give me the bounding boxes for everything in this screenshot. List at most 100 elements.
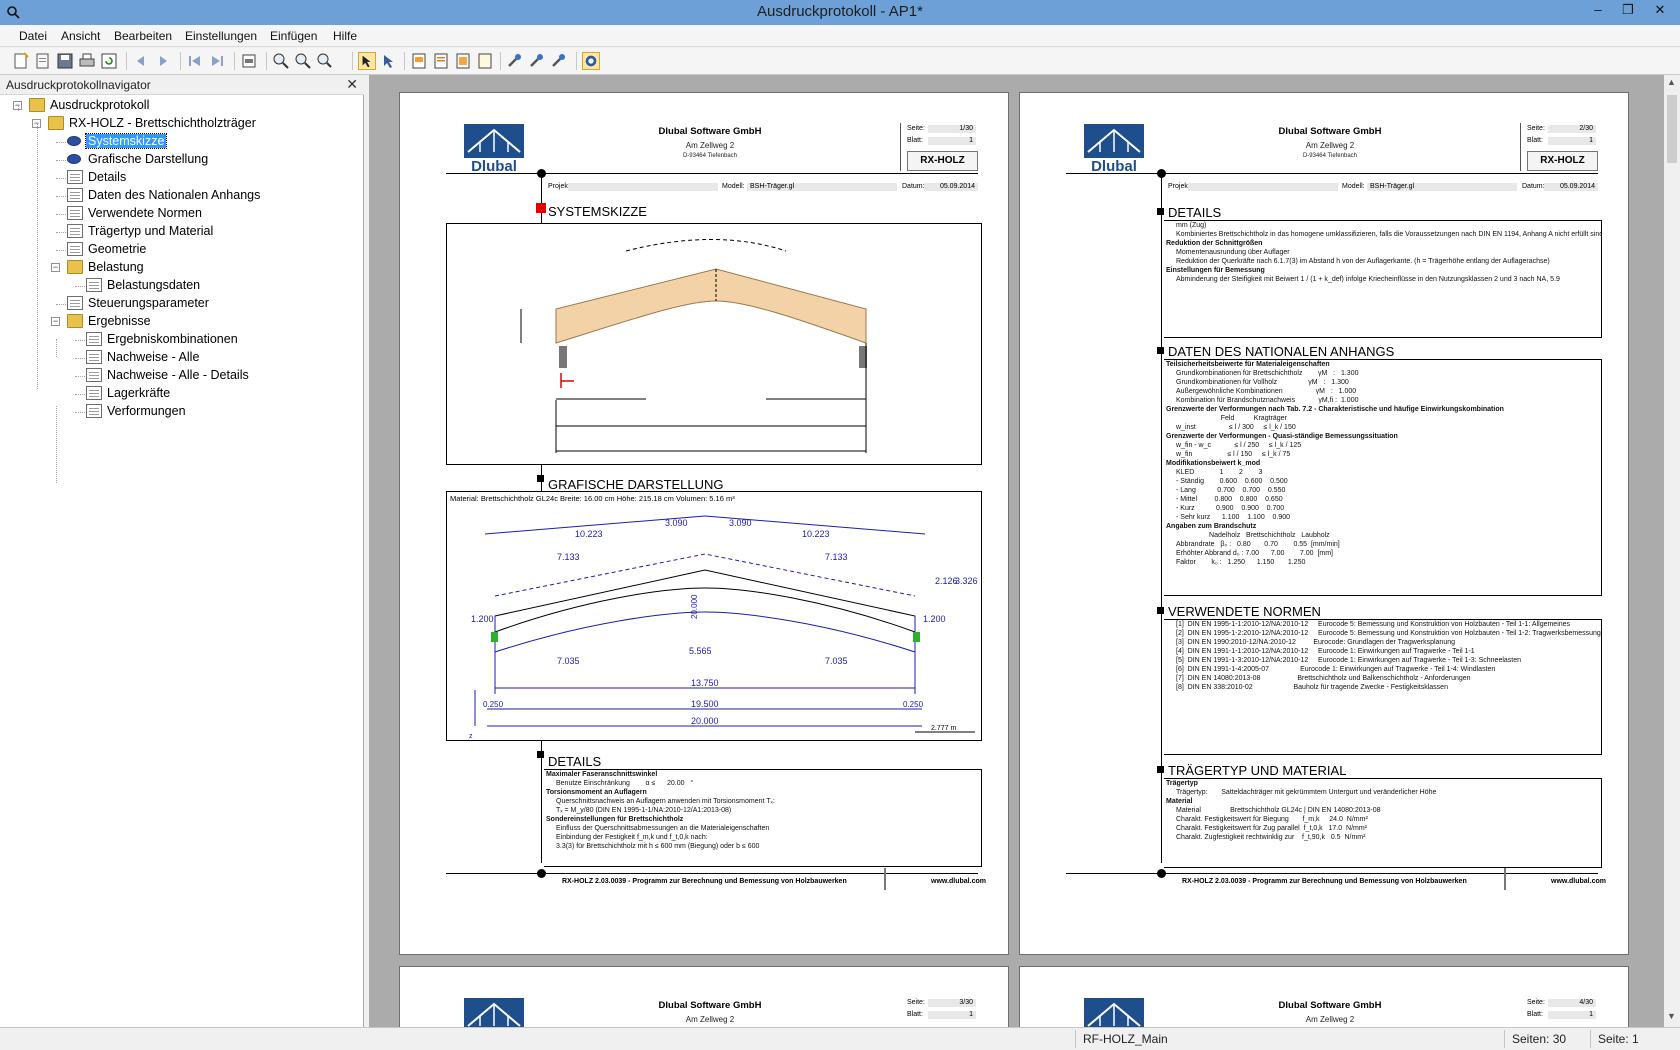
tree-item-label[interactable]: Daten des Nationalen Anhangs [86, 188, 262, 202]
block-heading: Angaben zum Brandschutz [1166, 523, 1257, 530]
tree-item[interactable]: Systemskizze [0, 133, 360, 151]
insert-page-icon[interactable] [476, 52, 494, 70]
print-preview-area[interactable]: Dlubal Dlubal Software GmbH Am Zellweg 2… [369, 75, 1664, 1027]
open-icon[interactable] [34, 52, 52, 70]
tree-item[interactable]: − RX-HOLZ - Brettschichtholzträger [0, 115, 360, 133]
tree-item-label[interactable]: Ergebnisse [86, 314, 153, 328]
minimize-button[interactable]: – [1583, 0, 1613, 20]
tree-item-label[interactable]: Systemskizze [84, 133, 168, 149]
blatt-label: Blatt: [907, 1011, 923, 1018]
maximize-button[interactable]: ❐ [1613, 0, 1643, 20]
na-block: Teilsicherheitsbeiwerte für Materialeige… [1164, 359, 1602, 596]
tree-item[interactable]: Geometrie [0, 241, 360, 259]
blatt-label: Blatt: [907, 137, 923, 144]
folder-icon [67, 260, 83, 274]
navigator-close-icon[interactable]: ✕ [346, 76, 358, 93]
zoom-dropdown-icon[interactable] [316, 52, 334, 70]
tree-item[interactable]: Belastungsdaten [0, 277, 360, 295]
tree-item[interactable]: Verformungen [0, 403, 360, 421]
folder-icon [48, 116, 64, 130]
tree-item-label[interactable]: Belastung [86, 260, 146, 274]
block-line: - Lang 0.700 0.700 0.550 [1176, 487, 1286, 494]
block-line: - Mittel 0.800 0.800 0.650 [1176, 496, 1283, 503]
page-1[interactable]: Dlubal Dlubal Software GmbH Am Zellweg 2… [399, 92, 1009, 955]
tree-item-label[interactable]: Belastungsdaten [105, 278, 202, 292]
print-icon[interactable] [78, 52, 96, 70]
zoom-in-icon[interactable] [272, 52, 290, 70]
vertical-scrollbar[interactable]: ▲ ▼ [1664, 75, 1680, 1027]
new-icon[interactable] [12, 52, 30, 70]
arrow-right-icon[interactable] [154, 52, 172, 70]
settings-icon[interactable] [528, 52, 546, 70]
tree-item-label[interactable]: Steuerungsparameter [86, 296, 211, 310]
tree-collapse-icon[interactable]: − [51, 263, 60, 272]
scroll-up-icon[interactable]: ▲ [1667, 77, 1676, 87]
last-page-icon[interactable] [208, 52, 226, 70]
tree-item-label[interactable]: Ausdruckprotokoll [48, 98, 151, 112]
status-current-page: Seite: 1 [1598, 1032, 1639, 1046]
menu-hilfe[interactable]: Hilfe [333, 29, 357, 43]
tree-item[interactable]: Steuerungsparameter [0, 295, 360, 313]
menu-datei[interactable]: Datei [19, 29, 47, 43]
menu-einfuegen[interactable]: Einfügen [270, 29, 317, 43]
tree-item[interactable]: Details [0, 169, 360, 187]
scroll-down-icon[interactable]: ▼ [1667, 1011, 1676, 1021]
tree-item[interactable]: − Belastung [0, 259, 360, 277]
tree-item-label[interactable]: Lagerkräfte [105, 386, 172, 400]
block-line: - Kurz 0.900 0.900 0.700 [1176, 505, 1285, 512]
tree-item[interactable]: Ergebniskombinationen [0, 331, 360, 349]
menu-einstellungen[interactable]: Einstellungen [185, 29, 257, 43]
page-2[interactable]: Dlubal Dlubal Software GmbH Am Zellweg 2… [1019, 92, 1629, 955]
company-city: D-93464 Tiefenbach [1302, 153, 1358, 159]
block-line: Erhöhter Abbrand d₀ : 7.00 7.00 7.00 [mm… [1176, 550, 1333, 557]
zoom-out-icon[interactable] [294, 52, 312, 70]
select-tool-icon[interactable] [358, 52, 376, 70]
insert-graphic-icon[interactable] [410, 52, 428, 70]
close-button[interactable]: ✕ [1645, 0, 1675, 20]
tools-icon[interactable] [506, 52, 524, 70]
tree-item-label[interactable]: Nachweise - Alle [105, 350, 201, 364]
tree-item-label[interactable]: Grafische Darstellung [86, 152, 210, 166]
menu-bearbeiten[interactable]: Bearbeiten [114, 29, 172, 43]
tree-item[interactable]: Trägertyp und Material [0, 223, 360, 241]
tree-item-label[interactable]: Details [86, 170, 128, 184]
tree-item[interactable]: Nachweise - Alle [0, 349, 360, 367]
refresh-icon[interactable] [100, 52, 118, 70]
grafische-darstellung-frame: Material: Brettschichtholz GL24c Breite:… [446, 491, 982, 741]
page-setup-icon[interactable] [240, 52, 258, 70]
grafische-info: Material: Brettschichtholz GL24c Breite:… [450, 494, 735, 503]
scrollbar-thumb[interactable] [1667, 95, 1677, 163]
tree-item-label[interactable]: Verwendete Normen [86, 206, 204, 220]
tree-item[interactable]: Verwendete Normen [0, 205, 360, 223]
document-icon [67, 170, 83, 184]
dim-20000-vertical: 20.000 [690, 594, 699, 619]
page-4[interactable]: Dlubal Software GmbH Am Zellweg 2 Seite:… [1019, 966, 1629, 1027]
tree-item[interactable]: Nachweise - Alle - Details [0, 367, 360, 385]
tree-item-label[interactable]: Trägertyp und Material [86, 224, 215, 238]
block-line: Feld Kragträger [1176, 415, 1287, 422]
tree-item[interactable]: Grafische Darstellung [0, 151, 360, 169]
tree-item-label[interactable]: Geometrie [86, 242, 148, 256]
insert-text-icon[interactable] [432, 52, 450, 70]
section-verwendete-normen: VERWENDETE NORMEN [1168, 604, 1321, 619]
tree-item[interactable]: − Ausdruckprotokoll [0, 97, 360, 115]
tree-item[interactable]: Lagerkräfte [0, 385, 360, 403]
insert-table-icon[interactable] [454, 52, 472, 70]
tree-item-label[interactable]: Nachweise - Alle - Details [105, 368, 251, 382]
save-icon[interactable] [56, 52, 74, 70]
tree-item-label[interactable]: Ergebniskombinationen [105, 332, 240, 346]
block-line: [8] DIN EN 338:2010-02 Bauholz für trage… [1176, 684, 1448, 691]
page-3[interactable]: Dlubal Software GmbH Am Zellweg 2 Seite:… [399, 966, 1009, 1027]
arrow-left-icon[interactable] [132, 52, 150, 70]
move-tool-icon[interactable] [380, 52, 398, 70]
tree-collapse-icon[interactable]: − [51, 317, 60, 326]
options-icon[interactable] [550, 52, 568, 70]
first-page-icon[interactable] [186, 52, 204, 70]
tree-item-label[interactable]: RX-HOLZ - Brettschichtholzträger [67, 116, 258, 130]
tree-item-label[interactable]: Verformungen [105, 404, 188, 418]
menu-ansicht[interactable]: Ansicht [61, 29, 100, 43]
window-title: Ausdruckprotokoll - AP1* [757, 3, 923, 20]
tree-item[interactable]: − Ergebnisse [0, 313, 360, 331]
tree-item[interactable]: Daten des Nationalen Anhangs [0, 187, 360, 205]
help-icon[interactable] [582, 52, 600, 70]
